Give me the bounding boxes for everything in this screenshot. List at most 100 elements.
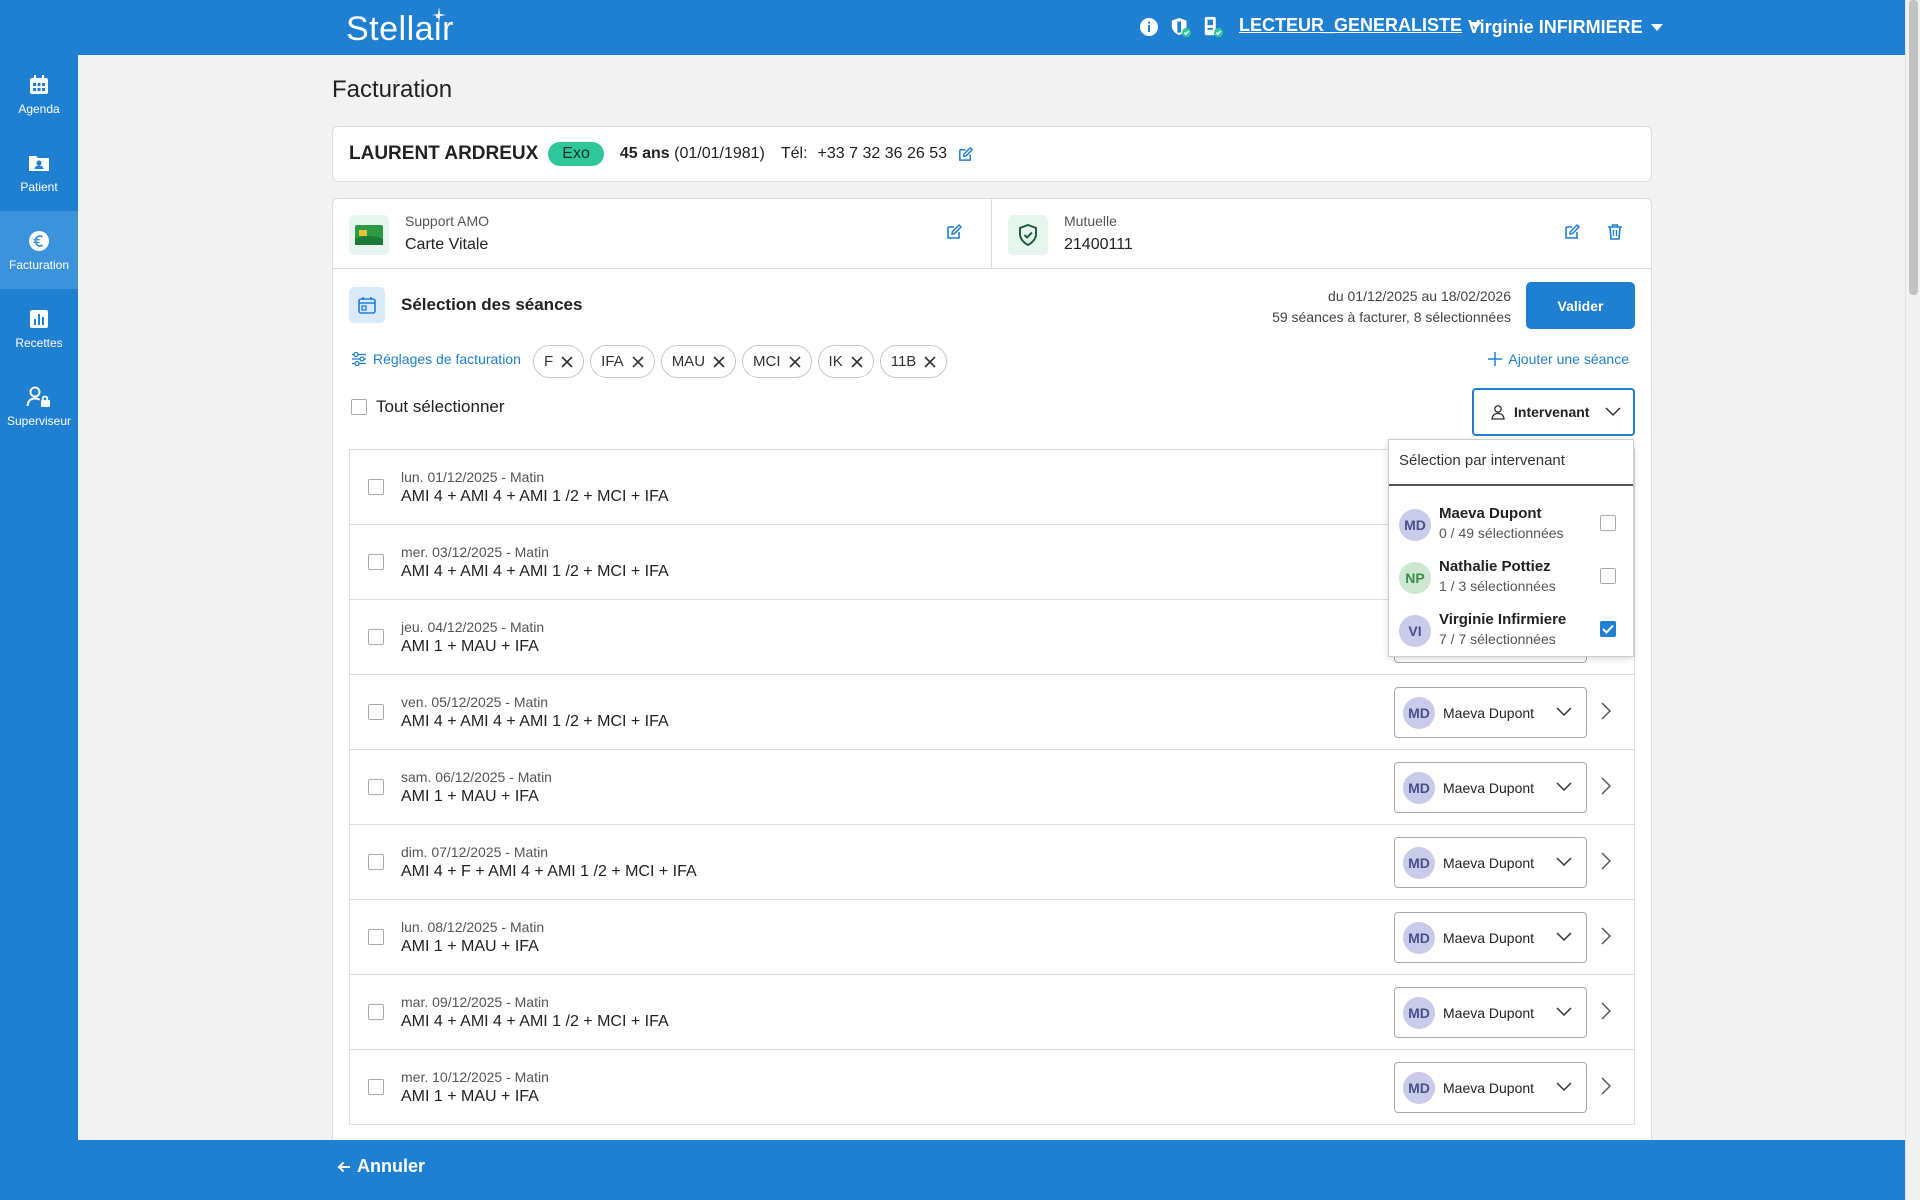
nurse-name: Maeva Dupont — [1443, 1004, 1535, 1021]
dropdown-item-nathalie[interactable]: NP Nathalie Pottiez 1 / 3 sélectionnées — [1389, 548, 1633, 601]
close-icon[interactable] — [561, 355, 573, 368]
nurse-select[interactable]: MD Maeva Dupont — [1394, 1062, 1587, 1113]
nurse-select[interactable]: MD Maeva Dupont — [1394, 912, 1587, 963]
close-icon[interactable] — [713, 355, 725, 368]
filter-chip[interactable]: 11B — [879, 345, 948, 378]
add-session-link[interactable]: Ajouter une séance — [1488, 351, 1629, 367]
check-icon — [1602, 624, 1614, 634]
session-row[interactable]: ven. 05/12/2025 - Matin AMI 4 + AMI 4 + A… — [350, 675, 1634, 750]
avatar: MD — [1403, 696, 1435, 729]
select-all[interactable]: Tout sélectionner — [351, 397, 505, 417]
sidebar-item-recettes[interactable]: Recettes — [0, 289, 78, 367]
patient-age: 45 ans (01/01/1981) — [620, 145, 765, 163]
filter-chip[interactable]: MCI — [742, 345, 812, 378]
session-row[interactable]: mar. 09/12/2025 - Matin AMI 4 + AMI 4 + A… — [350, 975, 1634, 1050]
scrollbar-thumb[interactable] — [1909, 0, 1918, 295]
session-date: ven. 05/12/2025 - Matin — [401, 694, 549, 710]
intervenant-dropdown-button[interactable]: Intervenant — [1472, 388, 1635, 436]
select-all-checkbox[interactable] — [351, 399, 367, 415]
session-row[interactable]: sam. 06/12/2025 - Matin AMI 1 + MAU + IFA… — [350, 750, 1634, 825]
edit-patient-button[interactable] — [957, 146, 974, 163]
nurse-select[interactable]: MD Maeva Dupont — [1394, 762, 1587, 813]
delete-mutuelle-button[interactable] — [1606, 223, 1624, 241]
session-checkbox[interactable] — [368, 1004, 384, 1020]
chevron-down-icon — [1556, 932, 1572, 942]
billing-settings-link[interactable]: Réglages de facturation — [351, 351, 521, 367]
user-lock-icon — [26, 386, 50, 407]
nurse-select[interactable]: MD Maeva Dupont — [1394, 837, 1587, 888]
chevron-right-icon[interactable] — [1601, 702, 1611, 720]
info-icon[interactable] — [1138, 16, 1160, 38]
cancel-label: Annuler — [357, 1156, 426, 1176]
intervenant-checkbox[interactable] — [1600, 515, 1616, 531]
person-icon — [1491, 405, 1505, 420]
mutuelle: Mutuelle 21400111 — [992, 199, 1651, 269]
card-reader-icon[interactable] — [1202, 16, 1224, 38]
session-row[interactable]: dim. 07/12/2025 - Matin AMI 4 + F + AMI 4… — [350, 825, 1634, 900]
dropdown-item-maeva[interactable]: MD Maeva Dupont 0 / 49 sélectionnées — [1389, 495, 1633, 548]
session-checkbox[interactable] — [368, 629, 384, 645]
intervenant-count: 7 / 7 sélectionnées — [1439, 631, 1556, 647]
nurse-select[interactable]: MD Maeva Dupont — [1394, 687, 1587, 738]
session-date: mer. 03/12/2025 - Matin — [401, 544, 549, 560]
chevron-right-icon[interactable] — [1601, 927, 1611, 945]
support-amo-value: Carte Vitale — [405, 236, 489, 253]
edit-mutuelle-button[interactable] — [1563, 223, 1581, 241]
intervenant-checkbox[interactable] — [1600, 568, 1616, 584]
chevron-right-icon[interactable] — [1601, 852, 1611, 870]
intervenant-name: Maeva Dupont — [1439, 505, 1542, 522]
filter-chip[interactable]: IFA — [590, 345, 655, 378]
sidebar-item-patient[interactable]: Patient — [0, 133, 78, 211]
shield-status-icon[interactable] — [1170, 16, 1192, 38]
dropdown-item-virginie[interactable]: VI Virginie Infirmiere 7 / 7 sélectionné… — [1389, 601, 1633, 654]
chevron-right-icon[interactable] — [1601, 1002, 1611, 1020]
avatar: MD — [1403, 771, 1435, 804]
close-icon[interactable] — [632, 355, 644, 368]
calendar-icon — [349, 287, 385, 323]
edit-amo-button[interactable] — [945, 223, 963, 241]
chevron-right-icon[interactable] — [1601, 1077, 1611, 1095]
session-checkbox[interactable] — [368, 929, 384, 945]
session-acts: AMI 4 + AMI 4 + AMI 1 /2 + MCI + IFA — [401, 1013, 669, 1030]
dropdown-title: Sélection par intervenant — [1389, 440, 1633, 486]
session-checkbox[interactable] — [368, 554, 384, 570]
card-reader-dropdown[interactable]: LECTEUR_GENERALISTE — [1239, 15, 1483, 36]
sidebar: Agenda Patient Facturation Recettes Supe… — [0, 55, 78, 1200]
session-checkbox[interactable] — [368, 1079, 384, 1095]
close-icon[interactable] — [924, 355, 936, 368]
session-checkbox[interactable] — [368, 854, 384, 870]
session-date: lun. 08/12/2025 - Matin — [401, 919, 545, 935]
exo-badge: Exo — [548, 142, 604, 166]
sidebar-item-facturation[interactable]: Facturation — [0, 211, 78, 289]
session-row[interactable]: lun. 08/12/2025 - Matin AMI 1 + MAU + IFA… — [350, 900, 1634, 975]
filter-chip[interactable]: IK — [817, 345, 874, 378]
intervenant-checkbox[interactable] — [1600, 621, 1616, 637]
nurse-name: Maeva Dupont — [1443, 854, 1535, 871]
filter-chip[interactable]: F — [533, 345, 585, 378]
section-title: Sélection des séances — [401, 295, 583, 314]
session-checkbox[interactable] — [368, 704, 384, 720]
session-date: mer. 10/12/2025 - Matin — [401, 1069, 549, 1085]
nurse-select[interactable]: MD Maeva Dupont — [1394, 987, 1587, 1038]
chevron-right-icon[interactable] — [1601, 777, 1611, 795]
filter-chip[interactable]: MAU — [660, 345, 737, 378]
edit-icon — [1565, 223, 1581, 239]
session-checkbox[interactable] — [368, 479, 384, 495]
session-row[interactable]: mer. 10/12/2025 - Matin AMI 1 + MAU + IFA… — [350, 1050, 1634, 1125]
edit-icon — [959, 146, 974, 161]
avatar: MD — [1403, 921, 1435, 954]
calendar-icon — [30, 74, 48, 94]
close-icon[interactable] — [788, 355, 801, 368]
sidebar-item-agenda[interactable]: Agenda — [0, 55, 78, 133]
validate-button[interactable]: Valider — [1526, 282, 1635, 329]
sidebar-item-superviseur[interactable]: Superviseur — [0, 367, 78, 445]
page-scrollbar[interactable] — [1905, 0, 1920, 1200]
session-count: 59 séances à facturer, 8 sélectionnées — [1272, 309, 1511, 325]
chip-label: MAU — [671, 353, 706, 370]
user-menu[interactable]: Virginie INFIRMIERE — [1468, 17, 1663, 38]
cancel-button[interactable]: Annuler — [337, 1156, 425, 1177]
close-icon[interactable] — [851, 355, 863, 368]
mutuelle-label: Mutuelle — [1064, 213, 1117, 229]
session-checkbox[interactable] — [368, 779, 384, 795]
intervenant-label: Intervenant — [1514, 404, 1590, 420]
